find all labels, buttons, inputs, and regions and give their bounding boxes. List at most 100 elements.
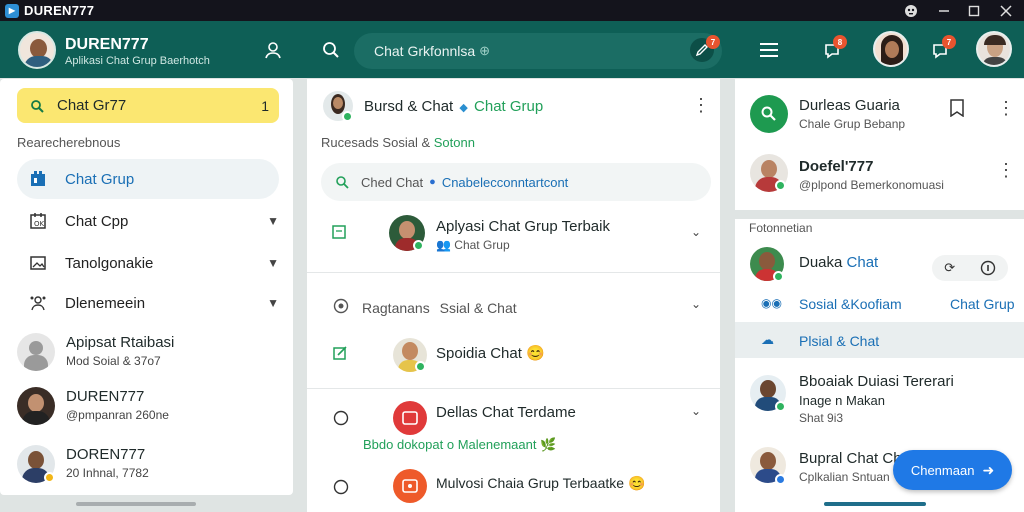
online-dot-icon: [775, 180, 786, 191]
row-name-a: Duaka: [799, 254, 843, 271]
profile-avatar[interactable]: [18, 31, 56, 69]
sidebar-panel: Chat Gr77 1 Rearecherebnous Chat Grup OK…: [0, 79, 293, 495]
chat-title: Aplyasi Chat Grup Terbaik: [436, 218, 610, 235]
row-selected[interactable]: ☁ Plsial & Chat: [735, 322, 1024, 358]
leaf-icon: 🌿: [540, 437, 557, 452]
contact-item[interactable]: DOREN777 20 Inhnal, 7782: [17, 442, 279, 484]
sidebar-item-label: Tanolgonakie: [65, 254, 154, 272]
search-input-suffix-icon: ⊕: [479, 43, 491, 58]
sidebar-item-label: Chat Grup: [65, 170, 135, 188]
divider: [307, 388, 720, 389]
user-icon[interactable]: [262, 39, 284, 61]
more-options-icon[interactable]: ⋮: [997, 99, 1015, 117]
action-pill[interactable]: ⟳: [932, 255, 1008, 281]
contact-item[interactable]: DUREN777 @pmpanran 260ne: [17, 384, 279, 426]
panel-title-a: Bursd & Chat: [364, 98, 454, 115]
info-icon[interactable]: [980, 260, 996, 276]
chevron-down-icon[interactable]: ⌄: [691, 297, 701, 311]
panel-subtitle-b: Sotonn: [433, 135, 475, 150]
sidebar-scrollbar[interactable]: [76, 502, 196, 506]
radio-icon[interactable]: [333, 410, 349, 431]
chat-list-item[interactable]: Spoidia Chat 😊: [307, 329, 720, 383]
maximize-button[interactable]: [960, 0, 988, 21]
notification-badge: 7: [942, 35, 956, 49]
chat-search-input[interactable]: Ched Chat ● Cnabelecconntartcont: [321, 163, 711, 201]
user-avatar[interactable]: [873, 31, 909, 67]
emoji-icon: 😊: [627, 475, 646, 491]
cloud-icon: ☁: [761, 332, 774, 347]
chevron-down-icon[interactable]: ⌄: [691, 404, 701, 418]
panel-title: Bursd & Chat ◆ Chat Grup: [364, 98, 543, 115]
group-icon: [25, 294, 51, 312]
bug-report-icon[interactable]: [900, 0, 922, 21]
item-title: Bboaiak Duiasi Tererari: [799, 373, 954, 390]
search-chip-icon: [17, 99, 57, 113]
header-title: DUREN777: [65, 36, 149, 53]
chat-subtitle: Bbdo dokopat o Malenemaant: [363, 437, 537, 452]
chip-count: 1: [261, 97, 269, 114]
chat-sub-row: Bbdo dokopat o Malenemaant 🌿: [363, 437, 556, 453]
row-name-b: Chat: [846, 254, 879, 271]
search-input[interactable]: Chat Grkfonnlsa ⊕: [354, 33, 722, 69]
contact-name: Apipsat Rtaibasi: [66, 334, 175, 351]
chat-title: Mulvosi Chaia Grup Terbaatke: [436, 475, 625, 491]
sidebar-item-tanolgonakie[interactable]: Tanolgonakie ▼: [17, 243, 279, 283]
close-window-button[interactable]: [992, 0, 1020, 21]
right-scrollbar[interactable]: [824, 502, 926, 506]
chevron-down-icon[interactable]: ▼: [267, 214, 279, 228]
grid-icon: [25, 170, 51, 188]
edit-badge: 7: [706, 35, 720, 49]
minimize-button[interactable]: [930, 0, 958, 21]
highlight-chat-chip[interactable]: Chat Gr77 1: [17, 88, 279, 123]
chat-list-item[interactable]: Dellas Chat Terdame ⌄ Bbdo dokopat o Mal…: [307, 397, 720, 459]
more-options-icon[interactable]: ⋮: [692, 96, 710, 114]
online-dot-icon: [775, 401, 786, 412]
app-logo-icon: ▶: [5, 3, 19, 18]
new-chat-button[interactable]: Chenmaan ➜: [893, 450, 1012, 490]
contact-name: DUREN777: [66, 388, 145, 405]
chevron-down-icon[interactable]: ▼: [267, 256, 279, 270]
app-avatar: [393, 469, 427, 503]
chat-subtitle: Chat Grup: [454, 238, 510, 252]
more-options-icon[interactable]: ⋮: [997, 161, 1015, 179]
chat-list-item[interactable]: Mulvosi Chaia Grup Terbaatke 😊: [307, 465, 720, 511]
search-icon[interactable]: [320, 39, 342, 61]
search-text-b: Cnabelecconntartcont: [441, 174, 569, 190]
copy-icon: [332, 225, 346, 244]
panel-title-b: Chat Grup: [474, 98, 544, 115]
chat-sub-row: 👥 Chat Grup: [436, 238, 510, 252]
menu-icon[interactable]: [757, 39, 781, 61]
header-subtitle: Aplikasi Chat Grup Baerhotch: [65, 55, 210, 67]
online-dot-icon: [342, 111, 353, 122]
account-avatar[interactable]: [976, 31, 1012, 67]
chevron-down-icon[interactable]: ▼: [267, 296, 279, 310]
contact-item[interactable]: Apipsat Rtaibasi Mod Soial & 37o7: [17, 330, 279, 372]
chat-title-row: Spoidia Chat 😊: [436, 344, 545, 362]
edit-square-icon: [333, 345, 349, 366]
item-subtitle: Cplkalian Sntuan: [799, 470, 890, 484]
refresh-icon[interactable]: ⟳: [944, 260, 955, 276]
sidebar-item-dlenemeein[interactable]: Dlenemeein ▼: [17, 283, 279, 323]
bookmark-icon[interactable]: [950, 99, 964, 122]
chat-title-row: Mulvosi Chaia Grup Terbaatke 😊: [436, 475, 645, 492]
status-dot-icon: [44, 472, 55, 483]
chat-list-item[interactable]: Ragtanans Ssial & Chat ⌄: [307, 289, 720, 329]
list-item[interactable]: Bboaiak Duiasi Tererari Inage n Makan Sh…: [735, 365, 1024, 435]
sidebar-item-label: Dlenemeein: [65, 294, 146, 312]
sidebar-section-label: Rearecherebnous: [17, 135, 121, 150]
chat-list-item[interactable]: Aplyasi Chat Grup Terbaik 👥 Chat Grup ⌄: [307, 207, 720, 271]
right-top-panel: Durleas Guaria Chale Grup Bebanp ⋮ Doefe…: [735, 79, 1024, 210]
sidebar-item-chat-cpp[interactable]: OK Chat Cpp ▼: [17, 201, 279, 241]
sidebar-item-chat-grup[interactable]: Chat Grup: [17, 159, 279, 199]
arrow-right-icon: ➜: [982, 461, 995, 478]
chat-title-row: Ragtanans Ssial & Chat: [362, 300, 517, 316]
card-title: Doefel'777: [799, 158, 874, 175]
contact-name: DOREN777: [66, 446, 146, 463]
sidebar-item-label: Chat Cpp: [65, 212, 129, 230]
chevron-down-icon[interactable]: ⌄: [691, 225, 701, 239]
search-text-a: Ched Chat: [361, 174, 424, 190]
search-text: Chat Grkfonnlsa: [374, 43, 476, 59]
radio-icon[interactable]: [333, 479, 349, 500]
row-link[interactable]: ◉◉ Sosial &Koofiam Chat Grup: [735, 290, 1024, 318]
chat-badge: 8: [833, 35, 847, 49]
